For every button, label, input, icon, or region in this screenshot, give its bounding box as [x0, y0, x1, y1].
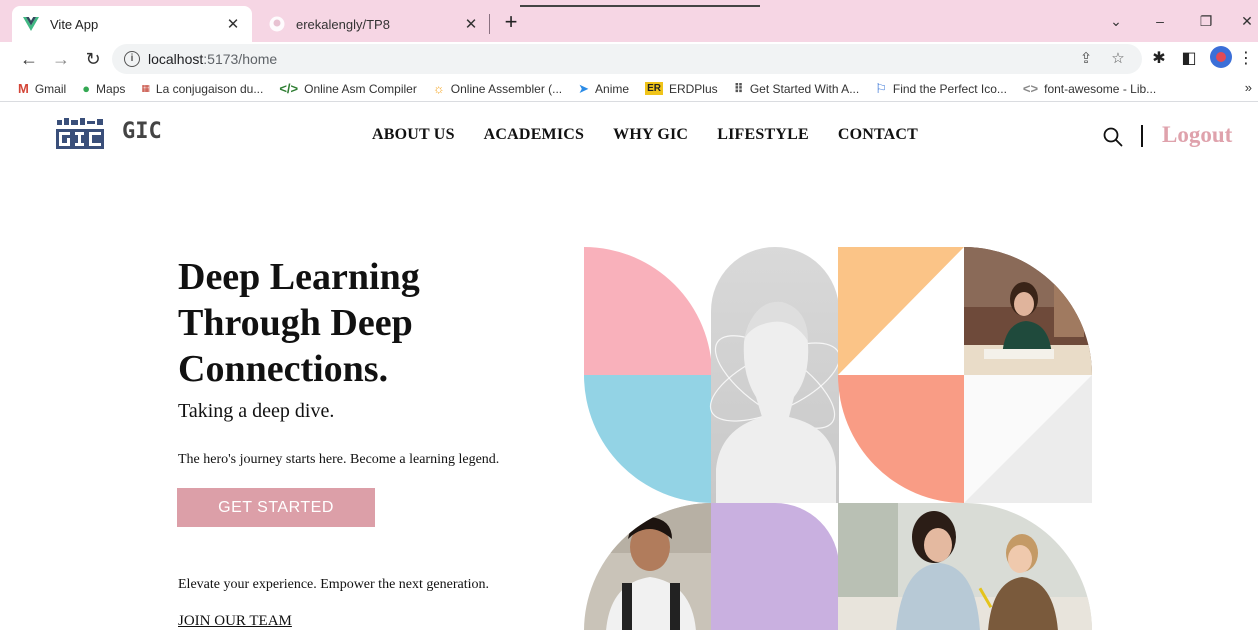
site-info-icon[interactable]: i — [124, 51, 140, 67]
hero-body-text: The hero's journey starts here. Become a… — [178, 452, 500, 467]
tab-github[interactable]: erekalengly/TP8 ✕ — [258, 6, 490, 42]
close-tab-icon[interactable]: ✕ — [224, 15, 242, 33]
logout-link[interactable]: Logout — [1162, 122, 1232, 148]
er-icon: ER — [645, 82, 663, 95]
gray-triangle-tile — [964, 375, 1092, 503]
grid-dots-icon: ⠿ — [733, 80, 744, 96]
tab-separator — [489, 14, 490, 34]
flag-icon: ⚐ — [875, 80, 887, 96]
join-our-team-link[interactable]: JOIN OUR TEAM — [178, 613, 292, 630]
github-icon — [268, 15, 286, 33]
salmon-quarter-tile — [838, 375, 964, 503]
profile-avatar[interactable] — [1210, 46, 1232, 68]
statue-bust-image — [709, 247, 841, 503]
get-started-button[interactable]: GET STARTED — [177, 488, 375, 527]
share-icon[interactable]: ⇪ — [1074, 44, 1098, 74]
tab-vite-app[interactable]: Vite App ✕ — [12, 6, 252, 42]
bookmark-find-icon[interactable]: ⚐ Find the Perfect Ico... — [875, 81, 1007, 97]
elevate-text: Elevate your experience. Empower the nex… — [178, 577, 489, 592]
nav-lifestyle[interactable]: LIFESTYLE — [717, 126, 809, 144]
nav-academics[interactable]: ACADEMICS — [484, 126, 584, 144]
smiling-student-image — [584, 503, 712, 630]
bookmark-anime[interactable]: ➤ Anime — [578, 81, 629, 97]
new-tab-icon[interactable]: + — [500, 8, 522, 36]
back-arrow-icon[interactable]: ← — [16, 46, 42, 72]
bookmark-conjugaison[interactable]: ▦ La conjugaison du... — [141, 82, 263, 96]
orange-triangle-tile — [838, 247, 964, 375]
sun-icon: ☼ — [432, 81, 445, 96]
hero-mosaic — [584, 247, 1092, 630]
close-window-icon[interactable]: ✕ — [1232, 8, 1258, 34]
address-bar[interactable]: i localhost:5173/home ⇪ ☆ — [112, 44, 1142, 74]
header-divider — [1141, 125, 1143, 147]
bookmark-get-started[interactable]: ⠿ Get Started With A... — [734, 81, 860, 97]
nav-contact[interactable]: CONTACT — [838, 126, 918, 144]
main-nav: ABOUT US ACADEMICS WHY GIC LIFESTYLE CON… — [372, 126, 947, 144]
gmail-icon: M — [18, 81, 29, 96]
bookmark-star-icon[interactable]: ☆ — [1106, 44, 1130, 74]
bookmark-gmail[interactable]: M Gmail — [18, 81, 66, 96]
url-path: :5173/home — [203, 51, 278, 67]
reload-icon[interactable]: ↻ — [80, 46, 106, 72]
side-panel-icon[interactable]: ◧ — [1176, 46, 1202, 72]
forward-arrow-icon[interactable]: → — [48, 46, 74, 72]
blue-quarter-tile — [584, 375, 712, 503]
lilac-half-tile — [711, 503, 839, 630]
menu-kebab-icon[interactable]: ⋮ — [1238, 46, 1254, 72]
maps-pin-icon: ● — [82, 81, 91, 96]
extensions-puzzle-icon[interactable]: ✱ — [1146, 46, 1172, 72]
url-host: localhost — [148, 51, 204, 67]
hero-subtitle: Taking a deep dive. — [178, 400, 335, 422]
loading-indicator — [520, 5, 760, 7]
gic-logo[interactable] — [55, 116, 105, 152]
bookmarks-bar: M Gmail ● Maps ▦ La conjugaison du... </> On… — [0, 76, 1258, 102]
nav-why-gic[interactable]: WHY GIC — [613, 126, 688, 144]
browser-tab-bar: Vite App ✕ erekalengly/TP8 ✕ + ⌄ – ❐ ✕ — [0, 0, 1258, 42]
site-header: GIC ABOUT US ACADEMICS WHY GIC LIFESTYLE… — [0, 102, 1258, 170]
bookmark-assembler[interactable]: ☼ Online Assembler (... — [433, 81, 562, 96]
code-brackets-icon: </> — [279, 81, 299, 96]
browser-toolbar: ← → ↻ i localhost:5173/home ⇪ ☆ ✱ ◧ ⋮ — [0, 42, 1258, 76]
hero-title: Deep Learning Through Deep Connections. — [178, 256, 420, 390]
nav-about-us[interactable]: ABOUT US — [372, 126, 455, 144]
student-reading-image — [964, 247, 1092, 375]
brand-name[interactable]: GIC — [122, 119, 162, 144]
pink-quarter-tile — [584, 247, 712, 375]
paper-plane-icon: ➤ — [578, 80, 590, 96]
close-tab-icon[interactable]: ✕ — [462, 15, 480, 33]
bookmark-asm-compiler[interactable]: </> Online Asm Compiler — [279, 81, 417, 96]
conjugaison-icon: ▦ — [141, 83, 150, 93]
vue-logo-icon — [22, 15, 40, 33]
tab-title: Vite App — [50, 16, 99, 32]
bookmark-maps[interactable]: ● Maps — [82, 81, 125, 96]
angle-brackets-icon: <> — [1022, 81, 1039, 96]
restore-icon[interactable]: ❐ — [1191, 8, 1221, 34]
minimize-icon[interactable]: – — [1145, 8, 1175, 34]
tab-title: erekalengly/TP8 — [296, 16, 390, 32]
search-icon[interactable] — [1102, 126, 1124, 148]
teacher-child-image — [838, 503, 1092, 630]
more-bookmarks-chevron[interactable]: » — [1245, 80, 1252, 95]
tab-search-chevron-icon[interactable]: ⌄ — [1101, 8, 1131, 34]
bookmark-erdplus[interactable]: ER ERDPlus — [645, 82, 718, 96]
bookmark-font-awesome[interactable]: <> font-awesome - Lib... — [1023, 81, 1156, 96]
